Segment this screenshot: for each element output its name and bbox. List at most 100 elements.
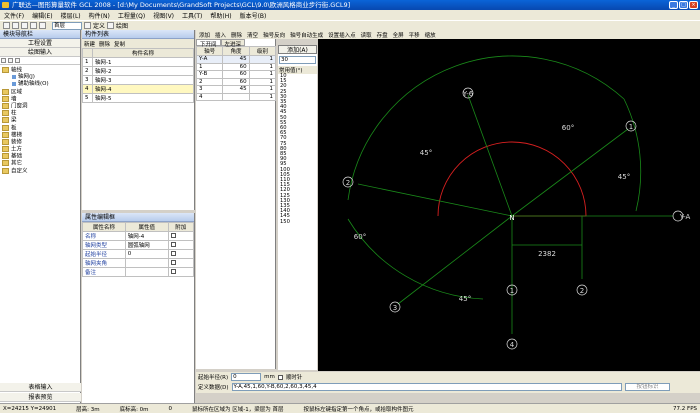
table-row[interactable]: Y-A 45 1 bbox=[195, 55, 277, 64]
extra-checkbox[interactable] bbox=[170, 241, 176, 247]
prop-value-cell[interactable]: 圆弧轴网 bbox=[124, 240, 169, 250]
menu-quantity[interactable]: 工程量(Q) bbox=[118, 11, 145, 20]
list-item[interactable]: 150 bbox=[280, 219, 317, 225]
extra-checkbox[interactable] bbox=[170, 250, 176, 256]
tree-item[interactable]: 自定义 bbox=[2, 168, 80, 175]
table-row[interactable]: 5 轴网-5 bbox=[82, 93, 194, 103]
level-cell[interactable]: 1 bbox=[248, 55, 277, 64]
maximize-button[interactable]: □ bbox=[679, 1, 688, 9]
angle-input[interactable]: 30 bbox=[279, 56, 316, 64]
component-name-cell[interactable]: 轴网-4 bbox=[92, 84, 194, 94]
prop-value-cell[interactable]: 轴网-4 bbox=[124, 231, 169, 241]
drawing-input-button[interactable]: 绘图输入 bbox=[0, 48, 80, 57]
toolbar-button[interactable]: 清空 bbox=[247, 31, 258, 39]
draw-button[interactable]: 绘图 bbox=[116, 21, 128, 30]
menu-floor[interactable]: 楼层(L) bbox=[61, 11, 81, 20]
level-cell[interactable]: 1 bbox=[248, 85, 277, 94]
open-file-icon[interactable] bbox=[12, 22, 19, 29]
toolbar-button[interactable]: 平移 bbox=[409, 31, 420, 39]
define-button[interactable]: 定义 bbox=[93, 21, 105, 30]
toolbar-button[interactable]: 轴号反向 bbox=[263, 31, 285, 39]
extra-checkbox[interactable] bbox=[170, 268, 176, 274]
tree-item[interactable]: 区域 bbox=[2, 89, 80, 96]
prop-value-cell[interactable] bbox=[124, 258, 169, 268]
floor-select[interactable]: 首层 bbox=[52, 21, 82, 30]
table-row[interactable]: Y-B 60 1 bbox=[195, 70, 277, 79]
toolbar-button[interactable]: 添加 bbox=[199, 31, 210, 39]
toolbar-button[interactable]: 删除 bbox=[231, 31, 242, 39]
start-radius-input[interactable]: 0 bbox=[231, 373, 262, 381]
axis-no-cell[interactable]: 4 bbox=[195, 92, 224, 101]
level-cell[interactable]: 1 bbox=[248, 77, 277, 86]
tree-item[interactable]: 柱 bbox=[2, 110, 80, 117]
level-cell[interactable]: 1 bbox=[248, 92, 277, 101]
toolbar-button[interactable]: 缩放 bbox=[425, 31, 436, 39]
angle-cell[interactable] bbox=[222, 92, 250, 101]
table-row[interactable]: 2 60 1 bbox=[195, 77, 277, 86]
expand-icon[interactable] bbox=[8, 58, 13, 63]
tree-item[interactable]: 梁 bbox=[2, 117, 80, 124]
table-row[interactable]: 3 轴网-3 bbox=[82, 75, 194, 85]
angle-cell[interactable]: 45 bbox=[222, 55, 250, 64]
table-row[interactable]: 2 轴网-2 bbox=[82, 66, 194, 76]
tree-item[interactable]: 基础 bbox=[2, 153, 80, 160]
menu-file[interactable]: 文件(F) bbox=[4, 11, 24, 20]
tree-item[interactable]: 板 bbox=[2, 125, 80, 132]
report-preview-button[interactable]: 报表预览 bbox=[0, 393, 81, 402]
delete-component-button[interactable]: 删除 bbox=[99, 40, 110, 48]
level-cell[interactable]: 1 bbox=[248, 62, 277, 71]
redo-icon[interactable] bbox=[39, 22, 46, 29]
component-name-cell[interactable]: 轴网-5 bbox=[92, 93, 194, 103]
prop-extra-cell[interactable] bbox=[167, 231, 195, 241]
toolbar-button[interactable]: 全屏 bbox=[393, 31, 404, 39]
axis-no-cell[interactable]: 1 bbox=[195, 62, 224, 71]
prop-extra-cell[interactable] bbox=[167, 249, 195, 259]
toolbar-button[interactable]: 读取 bbox=[361, 31, 372, 39]
prop-extra-cell[interactable] bbox=[167, 267, 195, 277]
copy-component-button[interactable]: 复制 bbox=[114, 40, 125, 48]
tree-item[interactable]: 轴线 bbox=[2, 67, 80, 74]
tree-item[interactable]: 土方 bbox=[2, 146, 80, 153]
prop-extra-cell[interactable] bbox=[167, 258, 195, 268]
menu-tools[interactable]: 工具(T) bbox=[182, 11, 202, 20]
level-cell[interactable]: 1 bbox=[248, 70, 277, 79]
menu-help[interactable]: 帮助(H) bbox=[210, 11, 231, 20]
prop-value-cell[interactable] bbox=[124, 267, 169, 277]
component-name-cell[interactable]: 轴网-1 bbox=[92, 57, 194, 67]
component-name-cell[interactable]: 轴网-2 bbox=[92, 66, 194, 76]
definition-data-input[interactable]: Y-A,45,1,60,Y-B,60,2,60,3,45,4 bbox=[231, 383, 622, 391]
tree-item[interactable]: 辅助轴线(O) bbox=[2, 81, 80, 88]
angle-cell[interactable]: 60 bbox=[222, 62, 250, 71]
new-component-button[interactable]: 新建 bbox=[84, 40, 95, 48]
drawing-canvas[interactable]: Y-6 1 Y-A 2 3 4 1 2 N 2382 60° 45° 45° 6… bbox=[318, 39, 700, 371]
prop-value-cell[interactable]: 0 bbox=[124, 249, 169, 259]
toolbar-button[interactable]: 轴号自动生成 bbox=[290, 31, 323, 39]
extra-checkbox[interactable] bbox=[170, 259, 176, 265]
menu-edit[interactable]: 编辑(E) bbox=[32, 11, 52, 20]
filter-icon[interactable] bbox=[1, 58, 6, 63]
tree-item[interactable]: 墙 bbox=[2, 96, 80, 103]
axis-no-cell[interactable]: 3 bbox=[195, 85, 224, 94]
angle-cell[interactable]: 45 bbox=[222, 85, 250, 94]
tab-bottom-bay[interactable]: 下开间 bbox=[196, 39, 221, 48]
tab-left-depth[interactable]: 左进深 bbox=[220, 39, 246, 48]
table-row[interactable]: 3 45 1 bbox=[195, 85, 277, 94]
menu-component[interactable]: 构件(N) bbox=[89, 11, 110, 20]
table-row[interactable]: 1 60 1 bbox=[195, 62, 277, 71]
undo-icon[interactable] bbox=[30, 22, 37, 29]
collapse-icon[interactable] bbox=[15, 58, 20, 63]
axis-no-cell[interactable]: 2 bbox=[195, 77, 224, 86]
toolbar-button[interactable]: 插入 bbox=[215, 31, 226, 39]
table-input-button[interactable]: 表格输入 bbox=[0, 383, 81, 392]
close-button[interactable]: × bbox=[689, 1, 698, 9]
tree-item[interactable]: 装修 bbox=[2, 139, 80, 146]
table-row[interactable]: 41 bbox=[195, 92, 277, 101]
minimize-button[interactable]: _ bbox=[669, 1, 678, 9]
angle-cell[interactable]: 60 bbox=[222, 70, 250, 79]
component-name-cell[interactable]: 轴网-3 bbox=[92, 75, 194, 85]
tree-item[interactable]: 其它 bbox=[2, 160, 80, 167]
tree-item[interactable]: 门窗洞 bbox=[2, 103, 80, 110]
toolbar-button[interactable]: 设置插入点 bbox=[328, 31, 356, 39]
toolbar-button[interactable]: 存盘 bbox=[377, 31, 388, 39]
table-row[interactable]: 1 轴网-1 bbox=[82, 57, 194, 67]
